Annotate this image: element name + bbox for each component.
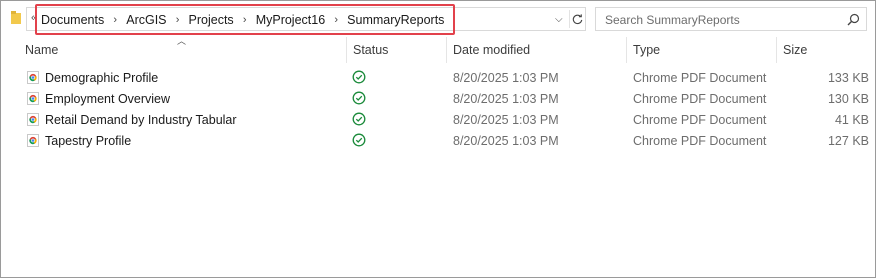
- chrome-pdf-icon: [27, 134, 39, 147]
- search-input[interactable]: Search SummaryReports: [595, 7, 867, 31]
- file-name[interactable]: Tapestry Profile: [45, 134, 131, 148]
- table-row[interactable]: Demographic Profile 8/20/2025 1:03 PM Ch…: [1, 68, 875, 89]
- column-header-status[interactable]: Status: [347, 37, 447, 63]
- refresh-icon[interactable]: [569, 10, 585, 28]
- check-circle-icon: [352, 70, 366, 84]
- column-header-name[interactable]: ︿ Name: [1, 36, 347, 63]
- table-row[interactable]: Employment Overview 8/20/2025 1:03 PM Ch…: [1, 89, 875, 110]
- check-circle-icon: [352, 133, 366, 147]
- file-type: Chrome PDF Document: [633, 113, 767, 127]
- column-header-size[interactable]: Size: [777, 37, 875, 63]
- table-row[interactable]: Retail Demand by Industry Tabular 8/20/2…: [1, 110, 875, 131]
- file-type: Chrome PDF Document: [633, 134, 767, 148]
- column-header-label: Type: [633, 43, 661, 57]
- column-header-label: Name: [25, 43, 59, 57]
- check-circle-icon: [352, 112, 366, 126]
- address-row: « Documents › ArcGIS › Projects › MyProj…: [1, 1, 875, 37]
- chrome-pdf-icon: [27, 71, 39, 84]
- column-header-type[interactable]: Type: [627, 37, 777, 63]
- file-list: Demographic Profile 8/20/2025 1:03 PM Ch…: [1, 68, 875, 152]
- file-size: 133 KB: [827, 71, 869, 85]
- check-circle-icon: [352, 91, 366, 105]
- folder-icon: [11, 11, 21, 24]
- file-name[interactable]: Demographic Profile: [45, 71, 158, 85]
- column-header-date-modified[interactable]: Date modified: [447, 37, 627, 63]
- search-icon[interactable]: [847, 13, 860, 26]
- file-type: Chrome PDF Document: [633, 92, 767, 106]
- chrome-pdf-icon: [27, 92, 39, 105]
- search-placeholder: Search SummaryReports: [605, 13, 740, 27]
- column-headers: ︿ Name Status Date modified Type Size: [1, 36, 875, 63]
- table-row[interactable]: Tapestry Profile 8/20/2025 1:03 PM Chrom…: [1, 131, 875, 152]
- chrome-pdf-icon: [27, 113, 39, 126]
- file-size: 130 KB: [827, 92, 869, 106]
- file-name[interactable]: Employment Overview: [45, 92, 170, 106]
- address-dropdown-icon[interactable]: ⌵: [555, 14, 563, 25]
- file-size: 41 KB: [834, 113, 869, 127]
- column-header-label: Size: [783, 43, 808, 57]
- file-date: 8/20/2025 1:03 PM: [453, 113, 559, 127]
- file-size: 127 KB: [827, 134, 869, 148]
- file-type: Chrome PDF Document: [633, 71, 767, 85]
- file-date: 8/20/2025 1:03 PM: [453, 71, 559, 85]
- file-date: 8/20/2025 1:03 PM: [453, 134, 559, 148]
- file-date: 8/20/2025 1:03 PM: [453, 92, 559, 106]
- column-header-label: Date modified: [453, 43, 531, 57]
- column-header-label: Status: [353, 43, 389, 57]
- file-name[interactable]: Retail Demand by Industry Tabular: [45, 113, 237, 127]
- file-explorer-window: « Documents › ArcGIS › Projects › MyProj…: [0, 0, 876, 278]
- breadcrumb-highlight: [35, 4, 455, 35]
- sort-ascending-icon: ︿: [177, 36, 187, 46]
